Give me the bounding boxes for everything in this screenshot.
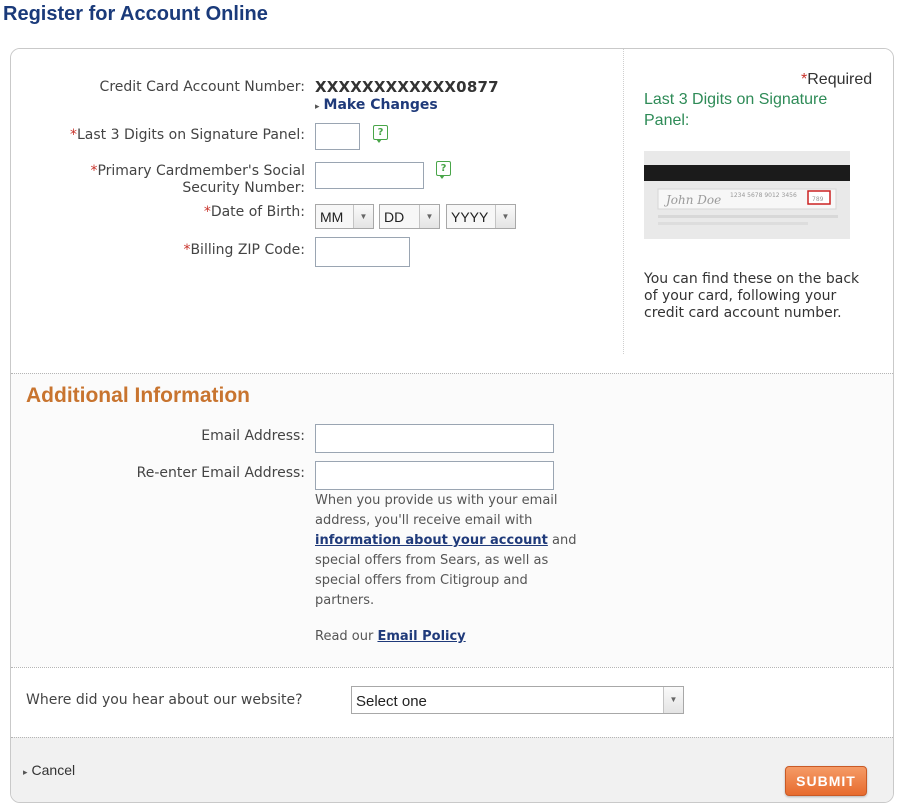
- bullet-icon: ▸: [315, 102, 320, 112]
- email-policy-link[interactable]: Email Policy: [377, 629, 465, 644]
- dob-day-select[interactable]: DD ▼: [379, 204, 440, 229]
- additional-info-section: Additional Information Email Address: Re…: [11, 373, 893, 668]
- dropdown-arrow-icon: ▼: [353, 205, 373, 228]
- reemail-input[interactable]: [315, 461, 554, 490]
- zip-label: *Billing ZIP Code:: [183, 242, 305, 258]
- card-name-text: John Doe: [663, 193, 721, 207]
- signature-help-text: You can find these on the back of your c…: [644, 271, 860, 321]
- dropdown-arrow-icon: ▼: [663, 687, 683, 713]
- signature-help-panel: Last 3 Digits on Signature Panel: John D…: [623, 49, 882, 354]
- additional-info-heading: Additional Information: [26, 384, 250, 407]
- card-number-text: 1234 5678 9012 3456: [730, 192, 797, 199]
- referral-label: Where did you hear about our website?: [26, 692, 303, 708]
- bullet-icon: ▸: [23, 767, 28, 777]
- email-note: When you provide us with your email addr…: [315, 493, 577, 608]
- help-icon[interactable]: ?: [373, 125, 388, 143]
- email-label: Email Address:: [201, 428, 305, 444]
- referral-section: Where did you hear about our website? Se…: [11, 667, 893, 738]
- email-policy-line: Read our Email Policy: [315, 629, 466, 644]
- account-section: Credit Card Account Number: XXXXXXXXXXXX…: [11, 49, 893, 373]
- account-info-link[interactable]: information about your account: [315, 533, 548, 548]
- card-back-image: John Doe 1234 5678 9012 3456 789: [644, 151, 850, 239]
- dropdown-arrow-icon: ▼: [495, 205, 515, 228]
- form-footer: ▸ Cancel SUBMIT: [11, 737, 893, 802]
- signature-help-title: Last 3 Digits on Signature Panel:: [644, 91, 828, 129]
- zip-input[interactable]: [315, 237, 410, 267]
- submit-button[interactable]: SUBMIT: [785, 766, 867, 796]
- account-number-value: XXXXXXXXXXXX0877: [315, 78, 499, 96]
- dob-year-select[interactable]: YYYY ▼: [446, 204, 516, 229]
- page-title: Register for Account Online: [3, 3, 268, 25]
- make-changes-link[interactable]: ▸ Make Changes: [315, 97, 438, 113]
- sig-digits-input[interactable]: [315, 123, 360, 150]
- ssn-label: *Primary Cardmember's Social Security Num…: [90, 163, 305, 196]
- card-cvv-text: 789: [812, 196, 824, 203]
- help-icon[interactable]: ?: [436, 161, 451, 179]
- registration-panel: Credit Card Account Number: XXXXXXXXXXXX…: [10, 48, 894, 803]
- reemail-label: Re-enter Email Address:: [136, 465, 305, 481]
- referral-select[interactable]: Select one ▼: [351, 686, 684, 714]
- ssn-input[interactable]: [315, 162, 424, 189]
- account-number-label: Credit Card Account Number:: [99, 79, 305, 95]
- email-input[interactable]: [315, 424, 554, 453]
- dob-month-select[interactable]: MM ▼: [315, 204, 374, 229]
- cancel-link[interactable]: ▸ Cancel: [23, 762, 75, 778]
- sig-digits-label: *Last 3 Digits on Signature Panel:: [69, 127, 305, 143]
- dob-label: *Date of Birth:: [203, 204, 305, 220]
- dropdown-arrow-icon: ▼: [419, 205, 439, 228]
